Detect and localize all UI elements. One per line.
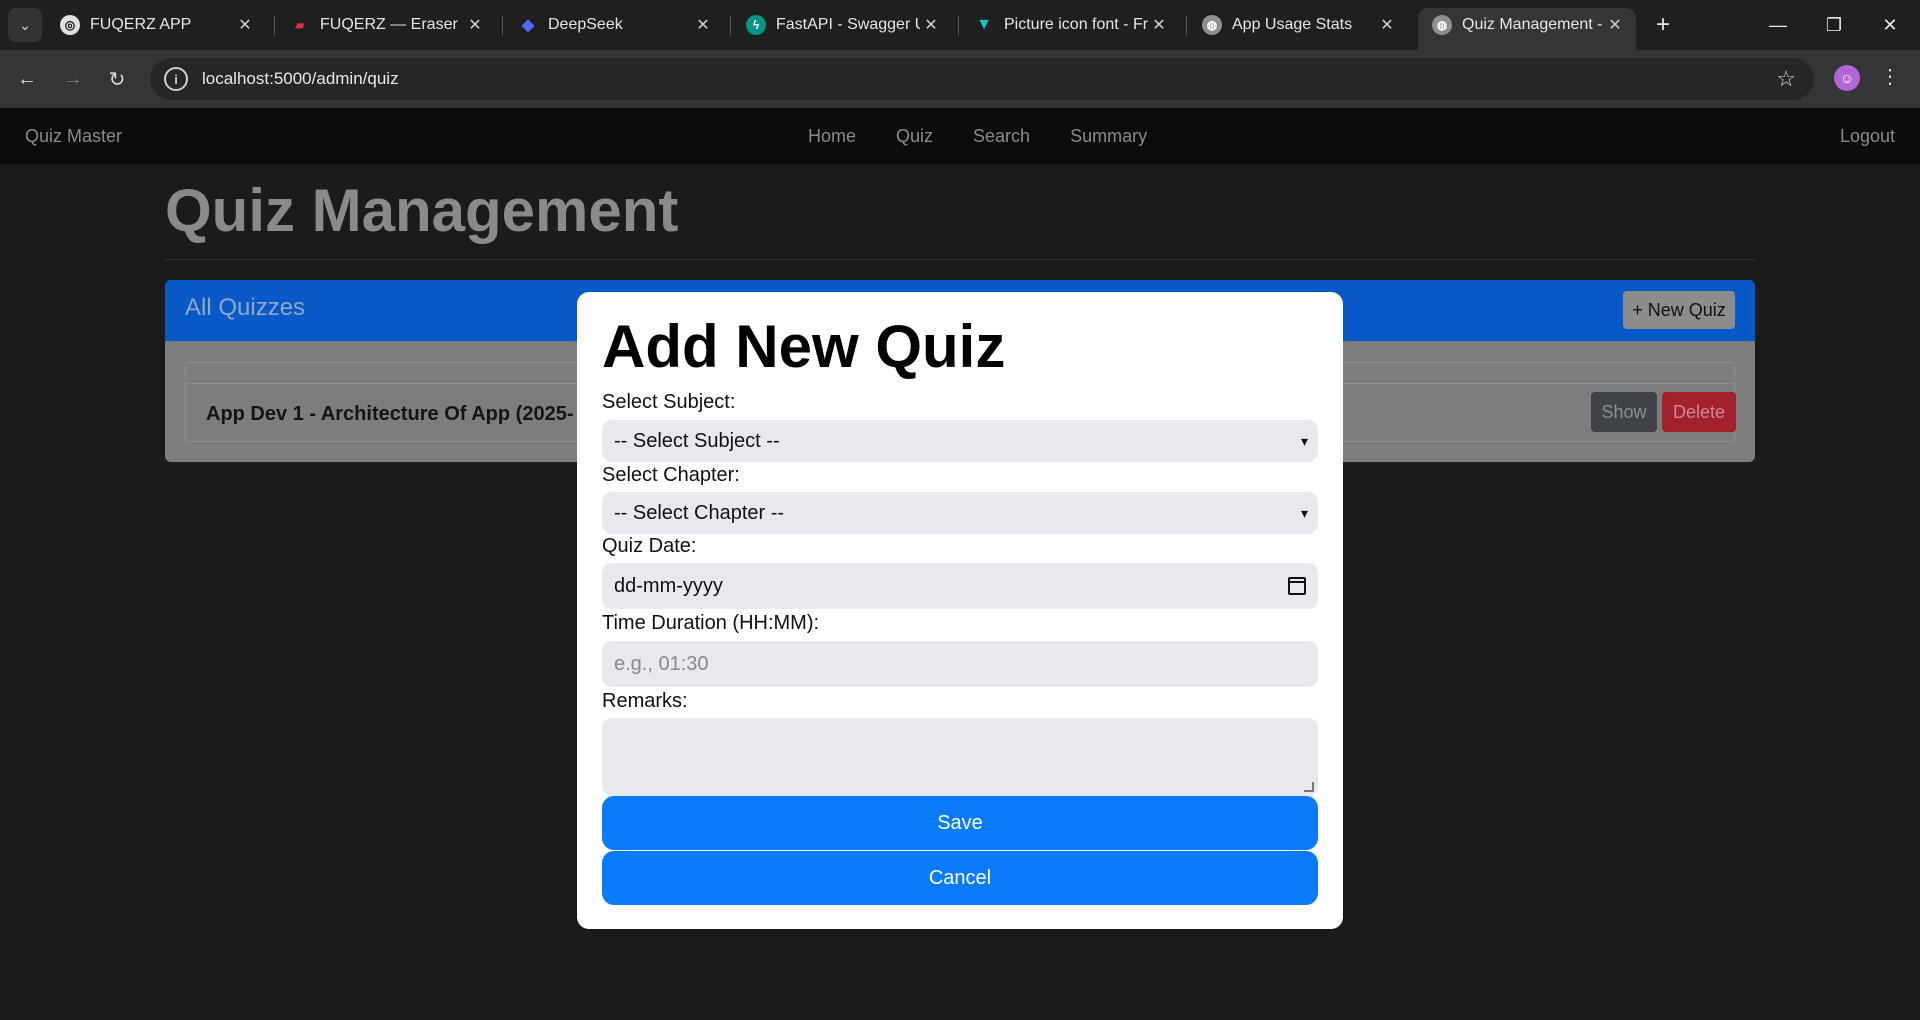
browser-toolbar: ← → ↻ i localhost:5000/admin/quiz ☆ ☺ ⋮ <box>0 50 1920 108</box>
vuetify-icon: ▼ <box>976 16 992 33</box>
new-tab-button[interactable]: + <box>1648 10 1678 40</box>
nav-search-link[interactable]: Search <box>973 126 1030 147</box>
browser-tab[interactable]: ▼ Picture icon font - Fr ✕ <box>960 8 1180 42</box>
delete-quiz-button[interactable]: Delete <box>1662 392 1736 432</box>
close-window-icon[interactable]: ✕ <box>1870 10 1910 40</box>
profile-avatar[interactable]: ☺ <box>1834 65 1860 91</box>
tab-separator <box>502 16 503 36</box>
modal-title: Add New Quiz <box>602 313 1006 380</box>
site-info-icon[interactable]: i <box>164 67 188 91</box>
nav-home-link[interactable]: Home <box>808 126 856 147</box>
deepseek-icon: ◆ <box>521 17 535 34</box>
quiz-row-title: App Dev 1 - Architecture Of App (2025- <box>206 403 574 425</box>
app-navbar: Quiz Master Home Quiz Search Summary Log… <box>0 108 1920 164</box>
fastapi-icon: ϟ <box>746 15 766 35</box>
chapter-label: Select Chapter: <box>602 464 740 486</box>
reload-icon[interactable]: ↻ <box>102 64 132 94</box>
close-tab-icon[interactable]: ✕ <box>1604 15 1626 35</box>
new-quiz-button[interactable]: + New Quiz <box>1623 291 1735 329</box>
duration-input[interactable]: e.g., 01:30 <box>602 641 1318 687</box>
back-arrow-icon[interactable]: ← <box>12 64 42 94</box>
save-button[interactable]: Save <box>602 796 1318 850</box>
chapter-select-value: -- Select Chapter -- <box>614 501 785 524</box>
cancel-button[interactable]: Cancel <box>602 851 1318 905</box>
add-quiz-modal: Add New Quiz Select Subject: -- Select S… <box>577 292 1343 929</box>
close-tab-icon[interactable]: ✕ <box>692 15 714 35</box>
nav-summary-link[interactable]: Summary <box>1070 126 1147 147</box>
duration-placeholder: e.g., 01:30 <box>614 652 709 675</box>
chevron-down-icon: ▾ <box>1300 432 1308 449</box>
browser-menu-icon[interactable]: ⋮ <box>1880 64 1900 89</box>
browser-tab[interactable]: ϟ FastAPI - Swagger UI ✕ <box>732 8 952 42</box>
subject-select[interactable]: -- Select Subject -- ▾ <box>602 420 1318 462</box>
tab-search-menu-button[interactable]: ⌄ <box>8 8 42 42</box>
bookmark-star-icon[interactable]: ☆ <box>1776 66 1796 92</box>
resize-handle-icon[interactable] <box>1304 782 1314 792</box>
quiz-date-input[interactable]: dd-mm-yyyy <box>602 563 1318 609</box>
restore-icon[interactable]: ❐ <box>1814 10 1854 40</box>
date-label: Quiz Date: <box>602 535 697 557</box>
address-bar[interactable]: i localhost:5000/admin/quiz ☆ <box>150 58 1814 100</box>
nav-links: Home Quiz Search Summary <box>808 126 1187 147</box>
browser-tab[interactable]: ▰ FUQERZ — Eraser ✕ <box>276 8 496 42</box>
title-divider <box>165 259 1755 260</box>
close-tab-icon[interactable]: ✕ <box>1148 15 1170 35</box>
close-tab-icon[interactable]: ✕ <box>464 15 486 35</box>
nav-quiz-link[interactable]: Quiz <box>896 126 933 147</box>
page-title: Quiz Management <box>165 177 679 244</box>
calendar-icon[interactable] <box>1288 577 1306 595</box>
tab-separator <box>1186 16 1187 36</box>
remarks-label: Remarks: <box>602 690 688 712</box>
minimize-icon[interactable]: — <box>1758 10 1798 40</box>
browser-tab-strip: ⌄ ◎ FUQERZ APP ✕ ▰ FUQERZ — Eraser ✕ ◆ D… <box>0 0 1920 50</box>
chapter-select[interactable]: -- Select Chapter -- ▾ <box>602 492 1318 534</box>
date-input-value: dd-mm-yyyy <box>614 574 723 597</box>
close-tab-icon[interactable]: ✕ <box>920 15 942 35</box>
show-quiz-button[interactable]: Show <box>1591 392 1657 432</box>
duration-label: Time Duration (HH:MM): <box>602 612 820 634</box>
globe-icon: ◍ <box>1432 15 1452 35</box>
tab-separator <box>730 16 731 36</box>
close-tab-icon[interactable]: ✕ <box>1376 15 1398 35</box>
browser-tab[interactable]: ◎ FUQERZ APP ✕ <box>46 8 266 42</box>
browser-tab[interactable]: ◆ DeepSeek ✕ <box>504 8 724 42</box>
tab-separator <box>958 16 959 36</box>
logout-link[interactable]: Logout <box>1840 126 1895 147</box>
browser-tab-active[interactable]: ◍ Quiz Management - / ✕ <box>1418 8 1636 50</box>
brand-link[interactable]: Quiz Master <box>25 126 122 147</box>
forward-arrow-icon[interactable]: → <box>58 64 88 94</box>
subject-select-value: -- Select Subject -- <box>614 429 780 452</box>
globe-icon: ◍ <box>1202 15 1222 35</box>
close-tab-icon[interactable]: ✕ <box>234 15 256 35</box>
url-text[interactable]: localhost:5000/admin/quiz <box>202 69 399 89</box>
subject-label: Select Subject: <box>602 391 736 413</box>
chevron-down-icon: ▾ <box>1300 504 1308 521</box>
browser-tab[interactable]: ◍ App Usage Stats ✕ <box>1188 8 1408 42</box>
eraser-icon: ▰ <box>295 18 305 32</box>
card-title: All Quizzes <box>185 294 306 321</box>
tab-separator <box>274 16 275 36</box>
remarks-textarea[interactable] <box>602 718 1318 796</box>
openai-icon: ◎ <box>60 15 80 35</box>
